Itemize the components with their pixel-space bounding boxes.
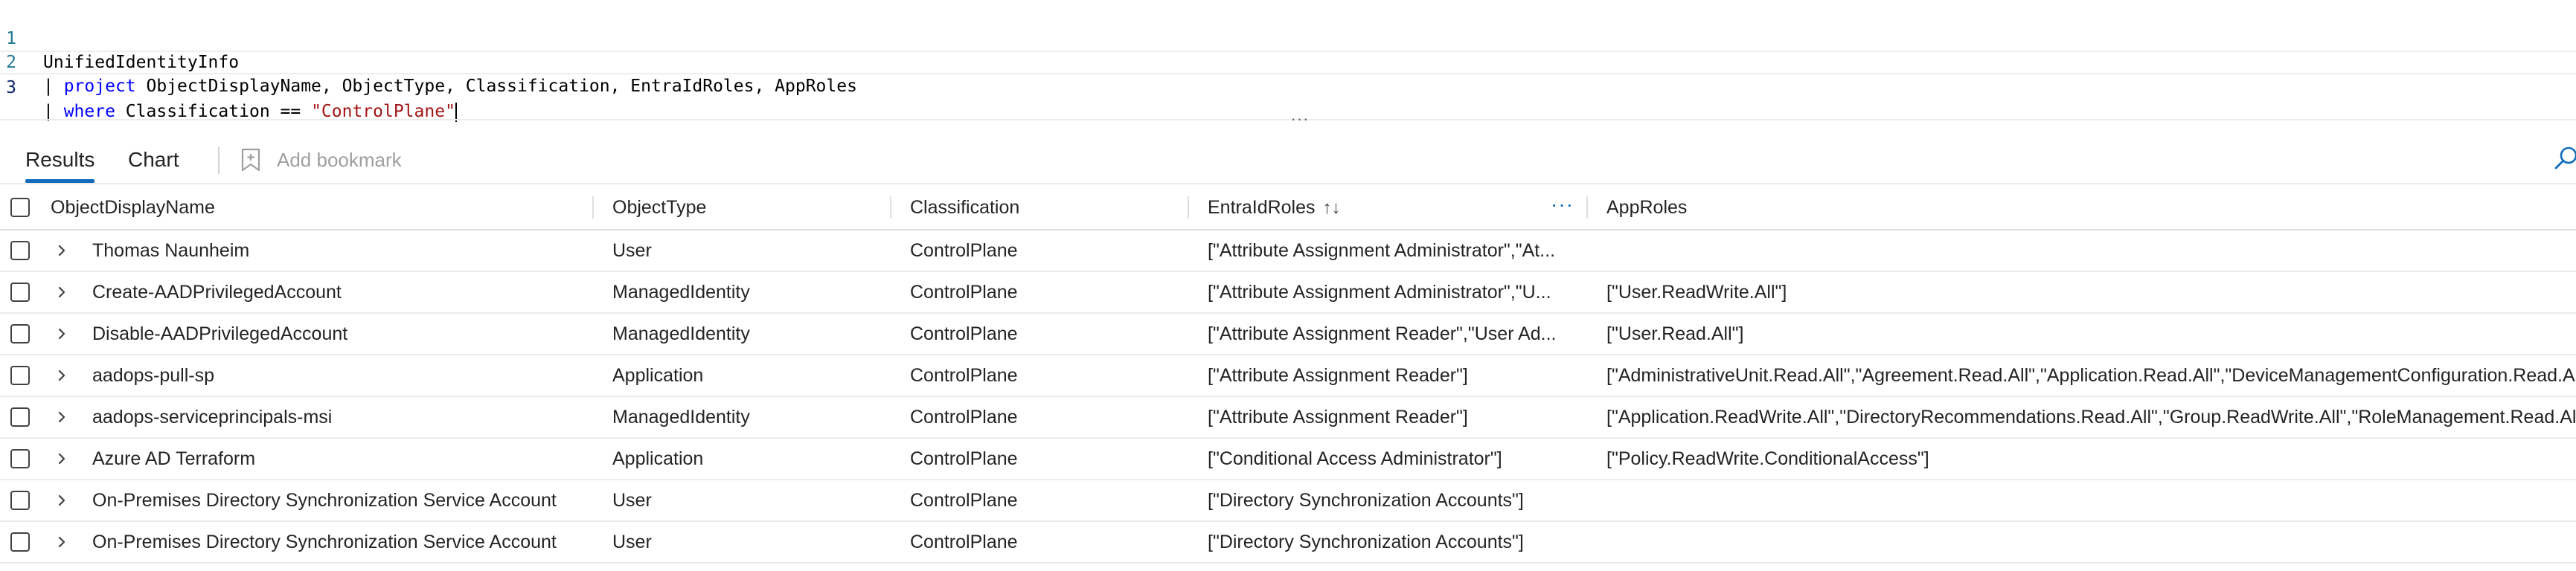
cell-name: Thomas Naunheim [92,240,250,261]
column-header-approles[interactable]: AppRoles [1606,186,1687,229]
tab-divider [218,147,220,174]
tab-chart[interactable]: Chart [128,138,179,181]
splitter-grip-icon[interactable]: ··· [1289,111,1311,127]
cell-app [1606,480,2576,520]
cell-type: ManagedIdentity [612,323,750,344]
table-row[interactable]: On-Premises Directory Synchronization Se… [0,480,2576,522]
row-checkbox[interactable] [10,283,30,302]
code-line-1[interactable]: 1 UnifiedIdentityInfo [0,3,239,72]
cell-classification: ControlPlane [910,240,1018,261]
code-line-3[interactable]: 3 | where Classification == "ControlPlan… [0,51,2576,122]
cell-type: Application [612,448,704,469]
expand-chevron-icon[interactable] [55,535,68,549]
row-checkbox[interactable] [10,407,30,427]
cell-type: User [612,490,652,511]
sort-icon[interactable]: ↑↓ [1323,187,1341,230]
line-number: 3 [6,78,16,97]
add-bookmark-label: Add bookmark [277,149,402,171]
cell-classification: ControlPlane [910,365,1018,386]
cell-name: On-Premises Directory Synchronization Se… [92,490,557,511]
cell-entra: ["Directory Synchronization Accounts"] [1208,532,1524,552]
expand-chevron-icon[interactable] [55,494,68,507]
cell-name: Disable-AADPrivilegedAccount [92,323,348,344]
table-row[interactable]: aadops-pull-sp Application ControlPlane ["A… [0,355,2576,397]
column-header-classification[interactable]: Classification [910,186,1019,229]
cell-classification: ControlPlane [910,407,1018,428]
code-text: | project ObjectDisplayName, ObjectType,… [43,74,857,98]
bookmark-add-icon [241,148,260,172]
cell-app [1606,522,2576,562]
keyword-project: project [63,77,136,96]
cell-type: User [612,240,652,261]
row-checkbox[interactable] [10,449,30,468]
code-line-2[interactable]: 2 | project ObjectDisplayName, ObjectTyp… [0,27,857,96]
cell-app: ["Policy.ReadWrite.ConditionalAccess"] [1606,448,1929,469]
column-header-objectdisplayname[interactable]: ObjectDisplayName [51,186,215,229]
cell-type: Application [612,365,704,386]
table-row[interactable]: Azure AD Terraform Application ControlPlan… [0,439,2576,480]
cell-app: ["AdministrativeUnit.Read.All","Agreemen… [1606,365,2576,386]
cell-name: Azure AD Terraform [92,448,256,469]
pipe-operator: | [43,77,64,96]
expand-chevron-icon[interactable] [55,410,68,424]
row-checkbox[interactable] [10,241,30,260]
cell-entra: ["Attribute Assignment Reader"] [1208,407,1468,428]
column-label: EntraIdRoles [1208,197,1316,218]
cell-app: ["User.Read.All"] [1606,323,1744,344]
cell-entra: ["Attribute Assignment Reader","User Ad.… [1208,323,1557,344]
cell-classification: ControlPlane [910,532,1018,552]
grid-header: ObjectDisplayName ObjectType Classificat… [0,186,2576,230]
cell-entra: ["Attribute Assignment Administrator","A… [1208,240,1556,261]
column-resizer[interactable] [1586,196,1588,219]
table-row[interactable]: Create-AADPrivilegedAccount ManagedIdenti… [0,272,2576,314]
cell-app: ["Application.ReadWrite.All","DirectoryR… [1606,407,2576,428]
cell-classification: ControlPlane [910,282,1018,303]
expand-chevron-icon[interactable] [55,327,68,341]
cell-app [1606,230,2576,271]
column-resizer[interactable] [592,196,594,219]
column-header-objecttype[interactable]: ObjectType [612,186,706,229]
search-button[interactable] [2554,146,2576,171]
code-rest: ObjectDisplayName, ObjectType, Classific… [135,77,857,96]
row-checkbox[interactable] [10,366,30,385]
cell-name: aadops-serviceprincipals-msi [92,407,333,428]
row-checkbox[interactable] [10,491,30,510]
row-checkbox[interactable] [10,324,30,343]
expand-chevron-icon[interactable] [55,244,68,257]
cell-type: User [612,532,652,552]
expand-chevron-icon[interactable] [55,369,68,382]
table-row[interactable]: Disable-AADPrivilegedAccount ManagedIdent… [0,314,2576,355]
column-header-entraidroles[interactable]: EntraIdRoles ↑↓ [1208,186,1341,229]
table-row[interactable]: aadops-serviceprincipals-msi ManagedIdent… [0,397,2576,439]
row-checkbox[interactable] [10,532,30,552]
table-row[interactable]: On-Premises Directory Synchronization Se… [0,522,2576,564]
cell-app: ["User.ReadWrite.All"] [1606,282,1787,303]
cell-entra: ["Attribute Assignment Reader"] [1208,365,1468,386]
cell-classification: ControlPlane [910,490,1018,511]
search-icon [2554,146,2576,170]
column-resizer[interactable] [1188,196,1189,219]
cell-type: ManagedIdentity [612,407,750,428]
pane-splitter[interactable] [0,119,2576,129]
cell-entra: ["Directory Synchronization Accounts"] [1208,490,1524,511]
cell-classification: ControlPlane [910,448,1018,469]
expand-chevron-icon[interactable] [55,452,68,465]
cell-classification: ControlPlane [910,323,1018,344]
column-menu-icon[interactable]: ··· [1551,186,1574,229]
results-tab-bar: Results Chart Add bookmark [0,138,2576,184]
table-row[interactable]: Thomas Naunheim User ControlPlane ["Attribu… [0,230,2576,272]
query-editor[interactable]: 1 UnifiedIdentityInfo 2 | project Object… [0,0,2576,122]
tab-results[interactable]: Results [25,138,95,183]
cell-entra: ["Conditional Access Administrator"] [1208,448,1502,469]
select-all-checkbox[interactable] [10,198,30,217]
cell-name: Create-AADPrivilegedAccount [92,282,342,303]
cell-type: ManagedIdentity [612,282,750,303]
cell-name: On-Premises Directory Synchronization Se… [92,532,557,552]
cell-entra: ["Attribute Assignment Administrator","U… [1208,282,1551,303]
expand-chevron-icon[interactable] [55,286,68,299]
column-resizer[interactable] [890,196,891,219]
cell-name: aadops-pull-sp [92,365,214,386]
